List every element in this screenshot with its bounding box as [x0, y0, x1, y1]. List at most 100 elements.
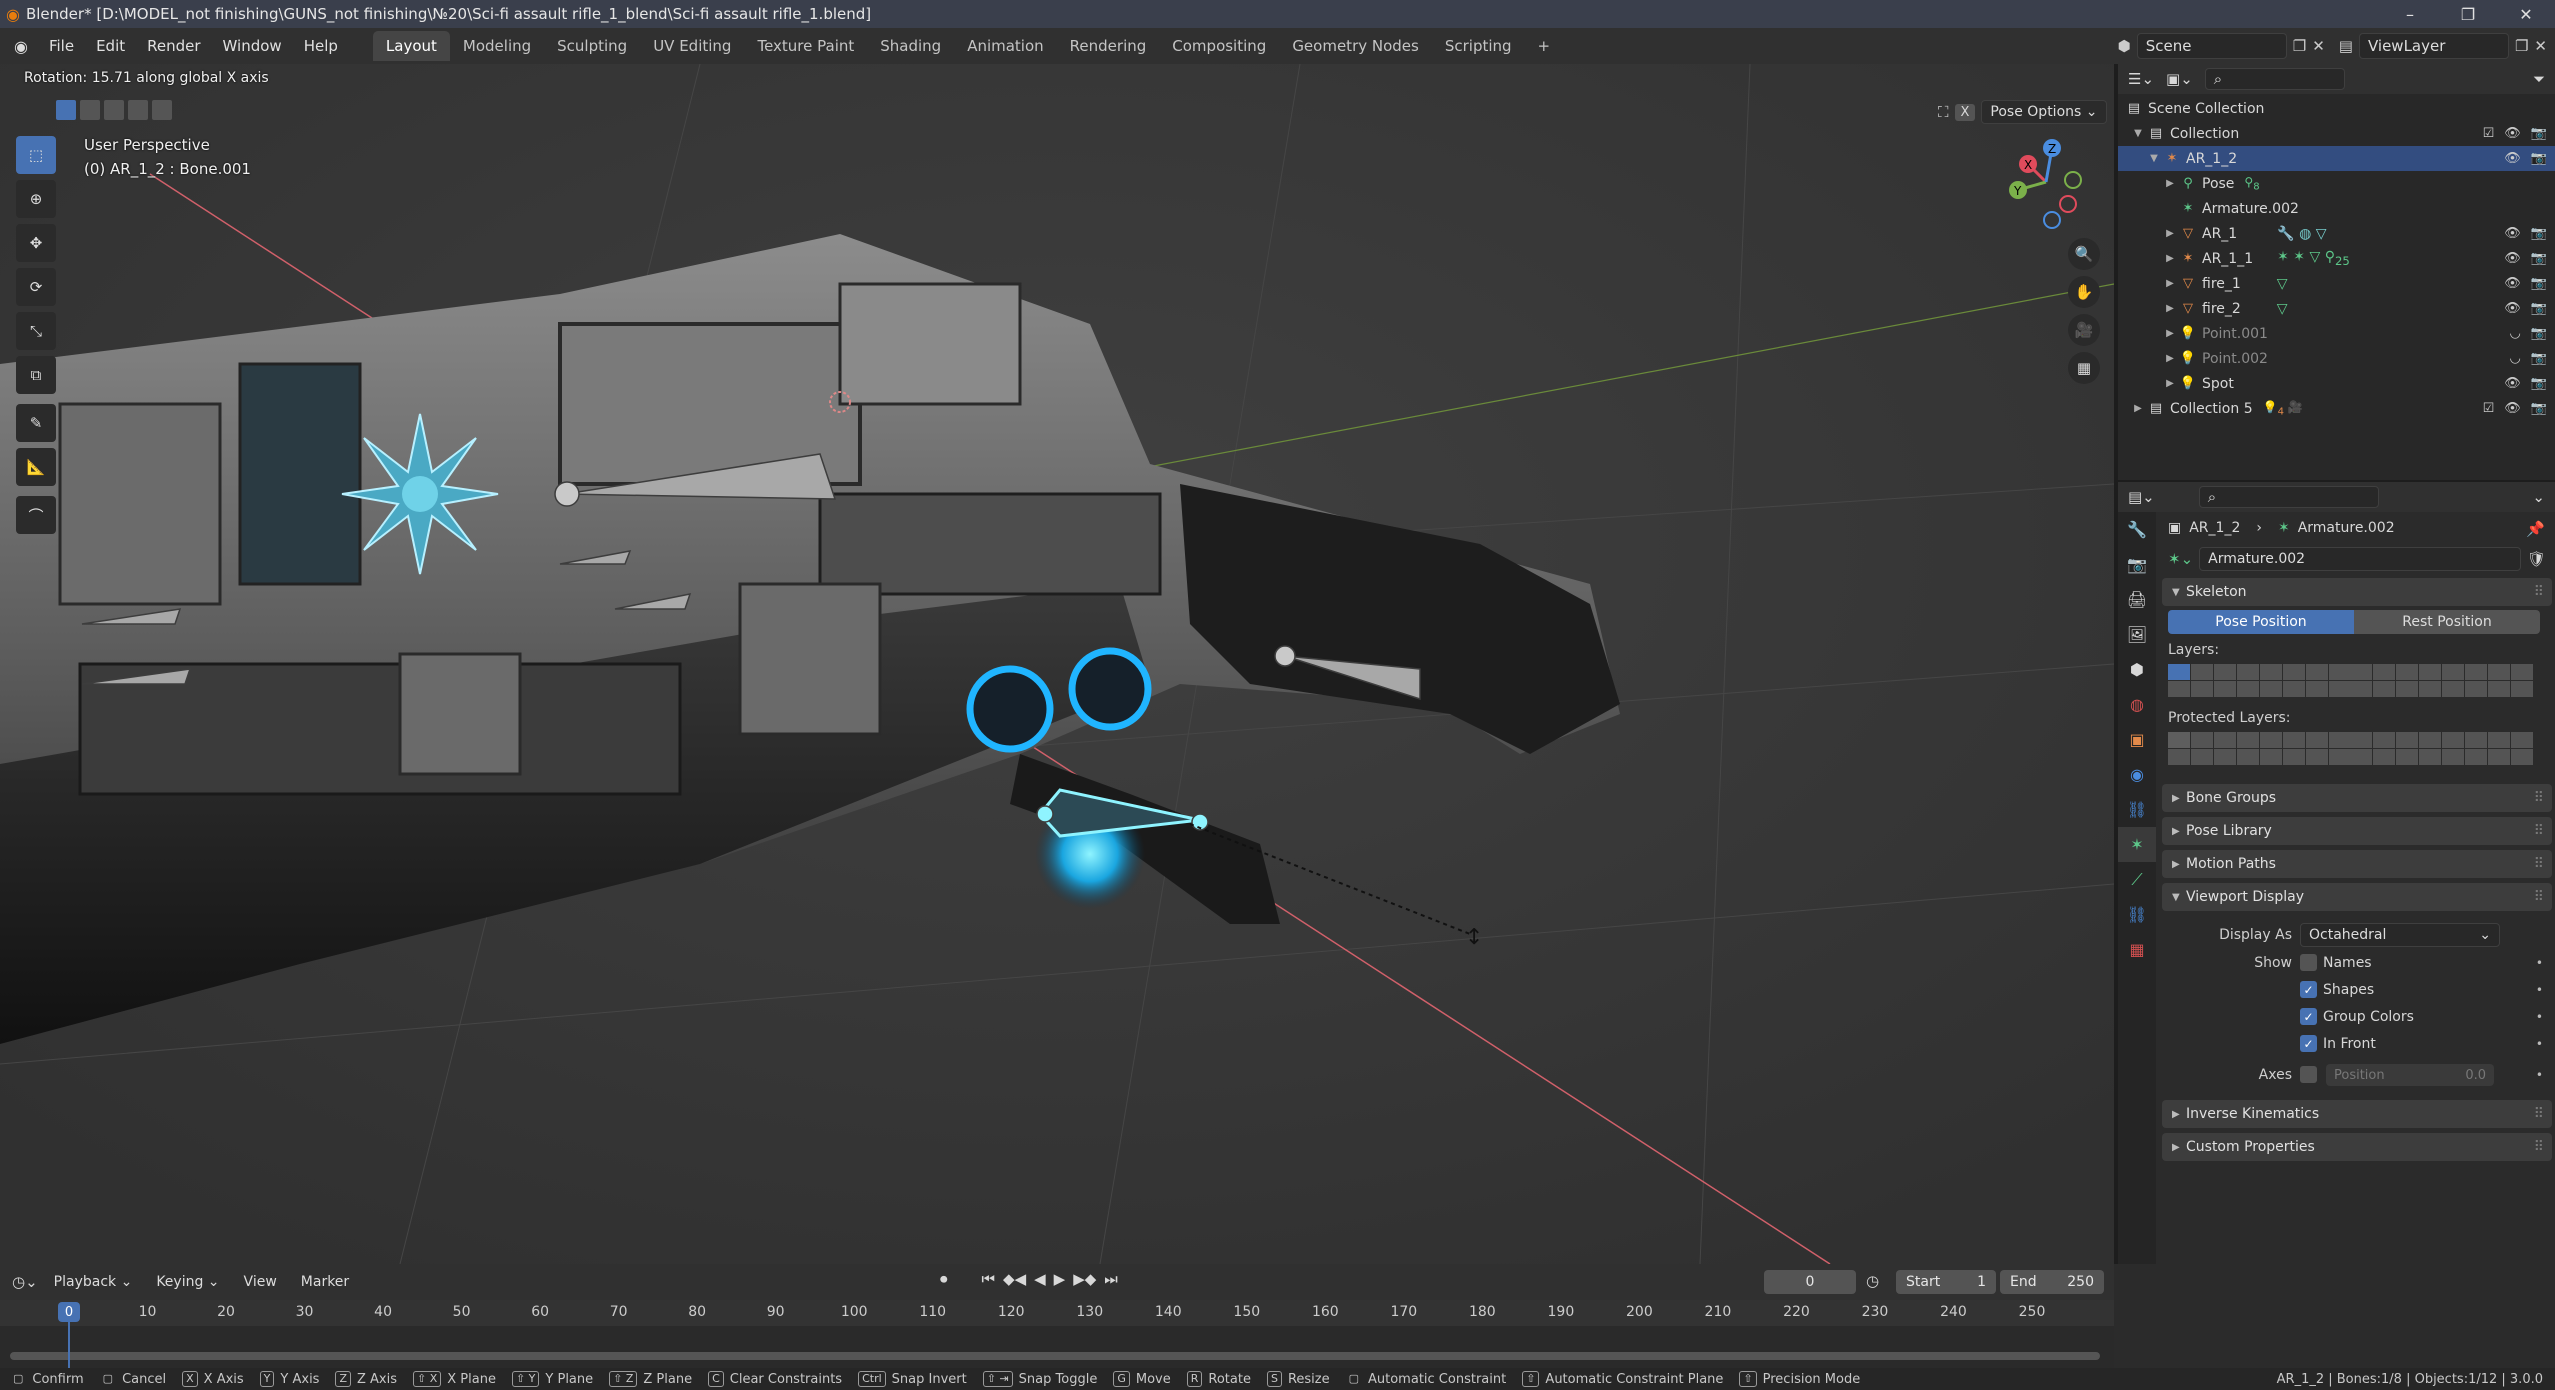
- editor-type-icon[interactable]: ▤⌄: [2128, 488, 2155, 506]
- cursor-tool[interactable]: ⊕: [16, 180, 56, 218]
- drag-grip-icon[interactable]: ⠿: [2534, 1139, 2544, 1155]
- in-front-checkbox[interactable]: ✓: [2300, 1035, 2317, 1052]
- panel-inverse-kinematics[interactable]: ▶ Inverse Kinematics ⠿: [2162, 1100, 2552, 1128]
- select-box-tool[interactable]: ⬚: [16, 136, 56, 174]
- jump-start-icon[interactable]: ⏮: [982, 1270, 996, 1288]
- world-tab-icon[interactable]: ◍: [2118, 687, 2156, 722]
- preview-range-icon[interactable]: ◷: [1866, 1272, 1879, 1290]
- keyframe-dot-icon[interactable]: •: [2536, 1068, 2543, 1082]
- timeline-scrollbar[interactable]: [10, 1352, 2100, 1360]
- outliner-row-ar-1-1[interactable]: ▶ ✶ AR_1_1 ✶ ✶ ▽ ⚲25 👁 📷: [2118, 246, 2555, 271]
- display-as-dropdown[interactable]: Octahedral ⌄: [2300, 923, 2500, 947]
- pose-position-button[interactable]: Pose Position: [2168, 610, 2354, 634]
- workspace-tab-uv-editing[interactable]: UV Editing: [640, 31, 744, 61]
- shapes-checkbox-row[interactable]: ✓ Shapes: [2300, 981, 2374, 998]
- bone-head[interactable]: [1274, 645, 1296, 667]
- expand-arrow-icon[interactable]: ▶: [2162, 378, 2178, 389]
- outliner-row-spot[interactable]: ▶ 💡 Spot 👁 📷: [2118, 371, 2555, 396]
- drag-grip-icon[interactable]: ⠿: [2534, 889, 2544, 905]
- measure-tool[interactable]: 📐: [16, 448, 56, 486]
- keyframe-dot-icon[interactable]: •: [2536, 983, 2543, 997]
- view-layer-icon[interactable]: ▤: [2339, 37, 2353, 55]
- axes-checkbox[interactable]: [2300, 1066, 2317, 1083]
- group-colors-checkbox-row[interactable]: ✓ Group Colors: [2300, 1008, 2414, 1025]
- expand-arrow-icon[interactable]: ▶: [2162, 228, 2178, 239]
- keyframe-dot-icon[interactable]: •: [2536, 1010, 2543, 1024]
- filter-icon[interactable]: ⏷: [2533, 70, 2545, 88]
- drag-grip-icon[interactable]: ⠿: [2534, 856, 2544, 872]
- expand-arrow-icon[interactable]: ▼: [2130, 128, 2146, 139]
- panel-pose-library[interactable]: ▶ Pose Library ⠿: [2162, 817, 2552, 845]
- eye-icon[interactable]: 👁: [2504, 376, 2521, 391]
- blender-menu-icon[interactable]: ◉: [0, 37, 38, 56]
- view-menu[interactable]: View: [236, 1274, 285, 1290]
- workspace-tab-texture-paint[interactable]: Texture Paint: [744, 31, 867, 61]
- menu-render[interactable]: Render: [136, 37, 211, 55]
- select-invert-icon[interactable]: [128, 100, 148, 120]
- camera-icon[interactable]: 📷: [2531, 401, 2547, 416]
- rotate-tool[interactable]: ⟳: [16, 268, 56, 306]
- panel-skeleton[interactable]: ▼ Skeleton ⠿: [2162, 578, 2552, 606]
- physics-tab-icon[interactable]: ◉: [2118, 757, 2156, 792]
- select-new-icon[interactable]: [56, 100, 76, 120]
- eye-icon[interactable]: 👁: [2504, 401, 2521, 416]
- select-extend-icon[interactable]: [80, 100, 100, 120]
- keying-menu[interactable]: Keying ⌄: [148, 1274, 227, 1290]
- menu-file[interactable]: File: [38, 37, 85, 55]
- bone-tab-icon[interactable]: ⟋: [2118, 862, 2156, 897]
- delete-scene-icon[interactable]: ✕: [2312, 37, 2325, 55]
- new-scene-icon[interactable]: ❐: [2293, 37, 2306, 55]
- camera-icon[interactable]: 📷: [2531, 251, 2547, 266]
- expand-arrow-icon[interactable]: ▶: [2162, 353, 2178, 364]
- playback-menu[interactable]: Playback ⌄: [46, 1274, 141, 1290]
- keyframe-dot-icon[interactable]: •: [2536, 956, 2543, 970]
- marker-menu[interactable]: Marker: [293, 1274, 357, 1290]
- constraints-tab-icon[interactable]: ⛓: [2118, 792, 2156, 827]
- outliner-row-point-002[interactable]: ▶ 💡 Point.002 ◡ 📷: [2118, 346, 2555, 371]
- bone-layers-grid-b[interactable]: [2350, 664, 2533, 697]
- bone-layers-grid-a[interactable]: [2168, 664, 2351, 697]
- scene-tab-icon[interactable]: ⬢: [2118, 652, 2156, 687]
- camera-icon[interactable]: 📷: [2531, 126, 2547, 141]
- outliner-row-collection-5[interactable]: ▶ ▤ Collection 5 💡4 🎥 ☑ 👁 📷: [2118, 396, 2555, 421]
- camera-icon[interactable]: 📷: [2531, 276, 2547, 291]
- expand-arrow-icon[interactable]: ▶: [2162, 278, 2178, 289]
- in-front-checkbox-row[interactable]: ✓ In Front: [2300, 1035, 2376, 1052]
- view-layer-selector[interactable]: ViewLayer: [2358, 33, 2509, 59]
- drag-grip-icon[interactable]: ⠿: [2534, 584, 2544, 600]
- expand-arrow-icon[interactable]: ▼: [2146, 153, 2162, 164]
- spiky-star-object[interactable]: [341, 413, 499, 575]
- outliner-row-fire-2[interactable]: ▶ ▽ fire_2 ▽ 👁 📷: [2118, 296, 2555, 321]
- drag-grip-icon[interactable]: ⠿: [2534, 790, 2544, 806]
- annotate-tool[interactable]: ✎: [16, 404, 56, 442]
- names-checkbox-row[interactable]: Names: [2300, 954, 2372, 971]
- select-intersect-icon[interactable]: [152, 100, 172, 120]
- protected-layers-grid-b[interactable]: [2350, 732, 2533, 765]
- panel-custom-properties[interactable]: ▶ Custom Properties ⠿: [2162, 1133, 2552, 1161]
- camera-icon[interactable]: 📷: [2531, 351, 2547, 366]
- eye-icon[interactable]: 👁: [2504, 276, 2521, 291]
- new-view-layer-icon[interactable]: ❐: [2515, 37, 2528, 55]
- axes-position-field[interactable]: Position 0.0: [2326, 1064, 2494, 1086]
- timeline-body[interactable]: [0, 1326, 2114, 1368]
- view-layer-tab-icon[interactable]: 🖼: [2118, 617, 2156, 652]
- 3d-viewport[interactable]: ↕ Rotation: 15.71 along global X axis Us…: [0, 64, 2114, 1264]
- workspace-tab-rendering[interactable]: Rendering: [1057, 31, 1160, 61]
- exclude-checkbox[interactable]: ☑: [2483, 126, 2495, 141]
- expand-arrow-icon[interactable]: ▶: [2162, 328, 2178, 339]
- menu-edit[interactable]: Edit: [85, 37, 136, 55]
- eye-icon[interactable]: 👁: [2504, 301, 2521, 316]
- maximize-button[interactable]: ❐: [2439, 0, 2497, 28]
- zoom-icon[interactable]: 🔍: [2068, 238, 2100, 270]
- group-colors-checkbox[interactable]: ✓: [2300, 1008, 2317, 1025]
- menu-help[interactable]: Help: [293, 37, 349, 55]
- mirror-icon[interactable]: ⛶: [1938, 103, 1949, 121]
- camera-view-icon[interactable]: 🎥: [2068, 314, 2100, 346]
- expand-arrow-icon[interactable]: ▶: [2162, 178, 2178, 189]
- outliner-row-ar-1-2[interactable]: ▼ ✶ AR_1_2 👁 📷: [2118, 146, 2555, 171]
- scene-selector[interactable]: Scene: [2136, 33, 2287, 59]
- pan-hand-icon[interactable]: ✋: [2068, 276, 2100, 308]
- protected-layers-grid-a[interactable]: [2168, 732, 2351, 765]
- camera-icon[interactable]: 📷: [2531, 326, 2547, 341]
- x-mirror-toggle[interactable]: X: [1954, 103, 1976, 121]
